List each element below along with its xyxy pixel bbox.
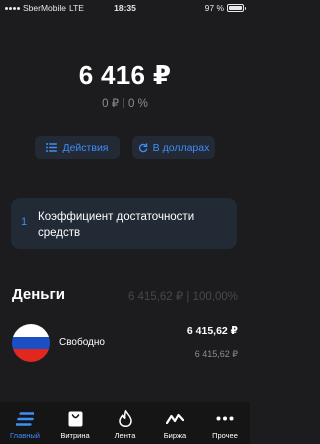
money-item-label: Свободно — [59, 337, 105, 348]
bottom-tab-bar: Главный Витрина Лента Биржа Прочее — [0, 402, 250, 444]
chart-line-icon — [166, 410, 184, 427]
tab-showcase[interactable]: Витрина — [50, 402, 100, 444]
money-item-sub-value: 6 415,62 ₽ — [194, 349, 238, 359]
money-section-total: 6 415,62 ₽ | 100,00% — [127, 291, 238, 303]
ratio-card-text: Коэффициент достаточности средств — [38, 211, 195, 239]
russia-flag-icon — [12, 324, 50, 362]
battery-percent: 97 % — [204, 3, 224, 13]
tab-exchange-label: Биржа — [163, 431, 187, 440]
in-dollars-button-label: В долларах — [152, 141, 210, 154]
change-percent: 0 % — [128, 98, 148, 110]
sufficiency-ratio-card[interactable]: 1 Коэффициент достаточности средств — [11, 198, 237, 249]
money-item-value: 6 415,62 ₽ — [186, 325, 238, 337]
actions-button-label: Действия — [62, 141, 109, 154]
actions-button[interactable]: Действия — [35, 136, 120, 159]
list-icon — [46, 143, 58, 152]
battery-icon — [227, 4, 246, 12]
tab-home[interactable]: Главный — [0, 402, 50, 444]
refresh-icon — [138, 142, 147, 152]
portfolio-change: 0 ₽ 0 % — [0, 96, 250, 110]
in-dollars-button[interactable]: В долларах — [132, 136, 215, 159]
more-icon — [216, 410, 234, 427]
tab-exchange[interactable]: Биржа — [150, 402, 200, 444]
tab-more-label: Прочее — [212, 431, 238, 440]
tab-home-label: Главный — [10, 431, 40, 440]
money-section-title: Деньги — [12, 286, 65, 303]
tab-showcase-label: Витрина — [60, 431, 90, 440]
portfolio-balance: 6 416 ₽ — [78, 60, 172, 90]
ratio-card-number: 1 — [21, 216, 28, 228]
shopping-bag-icon — [68, 410, 83, 427]
change-divider — [123, 98, 125, 108]
flame-icon — [118, 410, 132, 427]
home-icon — [16, 410, 34, 427]
tab-feed-label: Лента — [114, 431, 136, 440]
tab-more[interactable]: Прочее — [200, 402, 250, 444]
change-amount: 0 ₽ — [102, 98, 120, 110]
status-right: 97 % — [204, 3, 246, 13]
battery-fill — [229, 6, 242, 10]
status-bar: SberMobile LTE 18:35 97 % — [0, 0, 250, 18]
tab-feed[interactable]: Лента — [100, 402, 150, 444]
